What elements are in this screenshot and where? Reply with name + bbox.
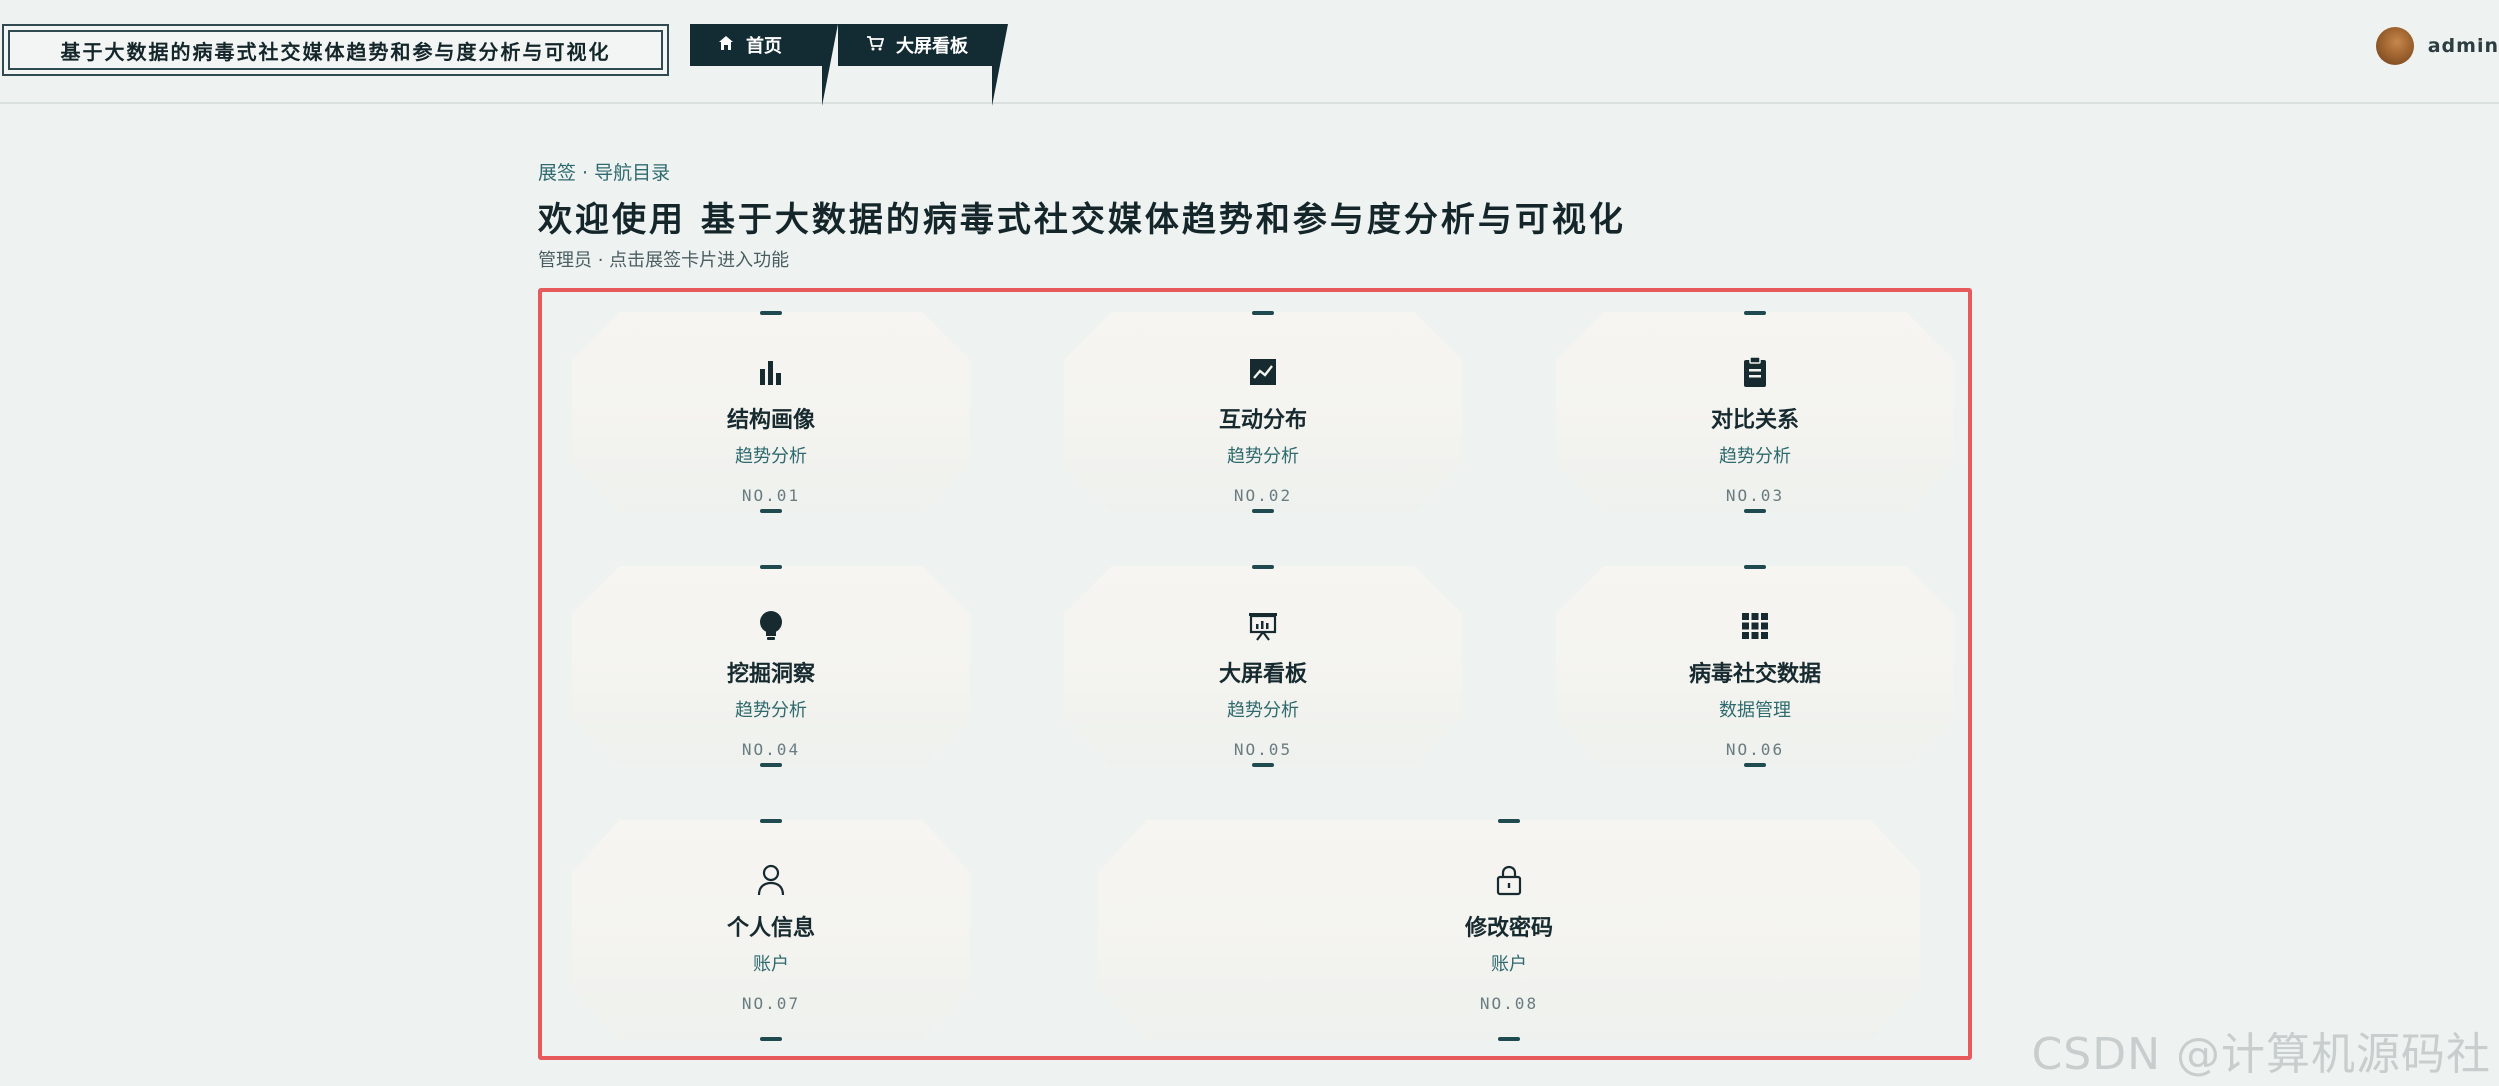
- card-interaction-distribution[interactable]: 互动分布 趋势分析 NO.02: [1064, 311, 1462, 513]
- user-icon: [753, 862, 789, 898]
- card-category: 趋势分析: [1719, 446, 1791, 467]
- cart-icon: [866, 35, 885, 55]
- card-number: NO.04: [741, 740, 801, 759]
- card-number: NO.07: [741, 994, 801, 1013]
- card-number: NO.08: [1479, 994, 1539, 1013]
- card-number: NO.01: [741, 486, 801, 505]
- card-title: 个人信息: [726, 916, 815, 941]
- card-change-password[interactable]: 修改密码 账户 NO.08: [1098, 819, 1920, 1041]
- line-chart-icon: [1245, 354, 1281, 390]
- card-mining-insights[interactable]: 挖掘洞察 趋势分析 NO.04: [572, 565, 970, 767]
- card-title: 互动分布: [1218, 408, 1307, 433]
- card-title: 挖掘洞察: [726, 662, 815, 687]
- card-title: 结构画像: [726, 408, 815, 433]
- card-category: 数据管理: [1719, 700, 1791, 721]
- card-number: NO.05: [1233, 740, 1293, 759]
- card-category: 趋势分析: [735, 700, 807, 721]
- app-title[interactable]: 基于大数据的病毒式社交媒体趋势和参与度分析与可视化: [2, 24, 669, 76]
- page-title: 欢迎使用 基于大数据的病毒式社交媒体趋势和参与度分析与可视化: [538, 200, 1626, 240]
- card-number: NO.03: [1725, 486, 1785, 505]
- card-category: 趋势分析: [1227, 700, 1299, 721]
- clipboard-icon: [1737, 354, 1773, 390]
- bar-chart-icon: [753, 354, 789, 390]
- card-category: 趋势分析: [1227, 446, 1299, 467]
- nav-home-tab[interactable]: 首页: [690, 24, 838, 106]
- nav-home-label: 首页: [746, 36, 782, 57]
- card-structure-profile[interactable]: 结构画像 趋势分析 NO.01: [572, 311, 970, 513]
- card-comparison[interactable]: 对比关系 趋势分析 NO.03: [1556, 311, 1954, 513]
- card-number: NO.02: [1233, 486, 1293, 505]
- nav-dashboard-label: 大屏看板: [896, 36, 968, 57]
- card-title: 对比关系: [1710, 408, 1799, 433]
- card-category: 账户: [753, 954, 789, 975]
- user-menu[interactable]: admin: [2375, 26, 2499, 66]
- card-title: 大屏看板: [1218, 662, 1307, 687]
- card-number: NO.06: [1725, 740, 1785, 759]
- card-personal-info[interactable]: 个人信息 账户 NO.07: [572, 819, 970, 1041]
- card-title: 病毒社交数据: [1688, 662, 1821, 687]
- lightbulb-icon: [753, 608, 789, 644]
- card-viral-social-data[interactable]: 病毒社交数据 数据管理 NO.06: [1556, 565, 1954, 767]
- card-grid: 结构画像 趋势分析 NO.01 互动分布 趋势分析 NO.02 对比关系 趋势分…: [538, 288, 1972, 1060]
- card-category: 趋势分析: [735, 446, 807, 467]
- nav-dashboard-tab[interactable]: 大屏看板: [838, 24, 1008, 106]
- breadcrumb: 展签 · 导航目录: [538, 162, 671, 184]
- card-category: 账户: [1491, 954, 1527, 975]
- card-title: 修改密码: [1464, 916, 1553, 941]
- grid-icon: [1737, 608, 1773, 644]
- watermark: CSDN @计算机源码社: [2031, 1029, 2491, 1080]
- avatar[interactable]: [2375, 27, 2414, 65]
- top-bar: 基于大数据的病毒式社交媒体趋势和参与度分析与可视化 首页 大屏看板 admin: [0, 0, 2499, 106]
- page-subtitle: 管理员 · 点击展签卡片进入功能: [538, 250, 790, 271]
- home-icon: [718, 35, 734, 55]
- card-big-screen-dashboard[interactable]: 大屏看板 趋势分析 NO.05: [1064, 565, 1462, 767]
- lock-icon: [1491, 862, 1527, 898]
- presentation-icon: [1245, 608, 1281, 644]
- username[interactable]: admin: [2428, 35, 2499, 57]
